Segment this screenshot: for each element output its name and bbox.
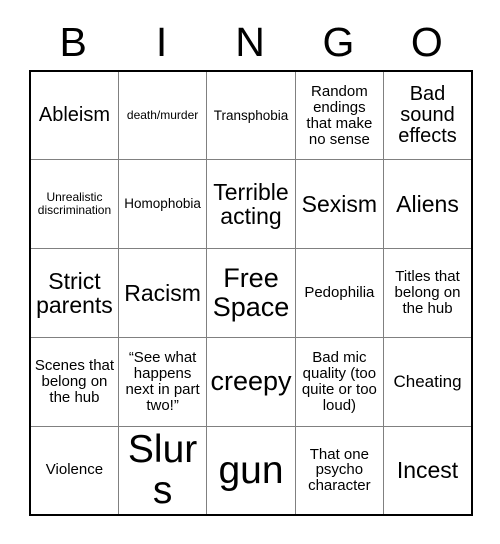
bingo-row: Ableism death/murder Transphobia Random … — [29, 70, 473, 161]
bingo-row: Unrealistic discrimination Homophobia Te… — [29, 159, 473, 250]
bingo-row: Strict parents Racism Free Space Pedophi… — [29, 248, 473, 338]
bingo-cell-i3[interactable]: Racism — [117, 248, 208, 338]
header-letter-g: G — [322, 18, 355, 65]
bingo-cell-g1[interactable]: Random endings that make no sense — [294, 70, 385, 161]
bingo-cell-n4[interactable]: creepy — [206, 336, 296, 427]
bingo-cell-o2[interactable]: Aliens — [383, 159, 473, 250]
bingo-cell-b4[interactable]: Scenes that belong on the hub — [29, 336, 119, 427]
bingo-cell-n5[interactable]: gun — [206, 425, 296, 516]
bingo-cell-i4[interactable]: “See what happens next in part two!” — [117, 336, 208, 427]
bingo-cell-i2[interactable]: Homophobia — [117, 159, 208, 250]
header-letter-b: B — [59, 18, 87, 65]
bingo-cell-g4[interactable]: Bad mic quality (too quite or too loud) — [294, 336, 385, 427]
bingo-cell-b3[interactable]: Strict parents — [29, 248, 119, 338]
bingo-cell-b5[interactable]: Violence — [29, 425, 119, 516]
bingo-cell-free-space[interactable]: Free Space — [206, 248, 296, 338]
bingo-grid: Ableism death/murder Transphobia Random … — [29, 70, 473, 516]
bingo-cell-n1[interactable]: Transphobia — [206, 70, 296, 161]
bingo-row: Scenes that belong on the hub “See what … — [29, 336, 473, 427]
bingo-cell-g2[interactable]: Sexism — [294, 159, 385, 250]
header-letter-i: I — [155, 18, 168, 65]
bingo-cell-o4[interactable]: Cheating — [383, 336, 473, 427]
bingo-cell-o5[interactable]: Incest — [383, 425, 473, 516]
bingo-cell-o3[interactable]: Titles that belong on the hub — [383, 248, 473, 338]
bingo-row: Violence Slurs gun That one psycho chara… — [29, 425, 473, 516]
bingo-cell-n2[interactable]: Terrible acting — [206, 159, 296, 250]
header-letter-n: N — [235, 18, 265, 65]
header-letter-o: O — [410, 18, 443, 65]
bingo-cell-g3[interactable]: Pedophilia — [294, 248, 385, 338]
bingo-cell-g5[interactable]: That one psycho character — [294, 425, 385, 516]
bingo-cell-o1[interactable]: Bad sound effects — [383, 70, 473, 161]
bingo-cell-i1[interactable]: death/murder — [117, 70, 208, 161]
bingo-cell-b2[interactable]: Unrealistic discrimination — [29, 159, 119, 250]
bingo-cell-b1[interactable]: Ableism — [29, 70, 119, 161]
bingo-cell-i5[interactable]: Slurs — [117, 425, 208, 516]
bingo-header-row: B I N G O — [29, 14, 471, 70]
bingo-card: B I N G O Ableism death/murder Transphob… — [29, 14, 473, 516]
